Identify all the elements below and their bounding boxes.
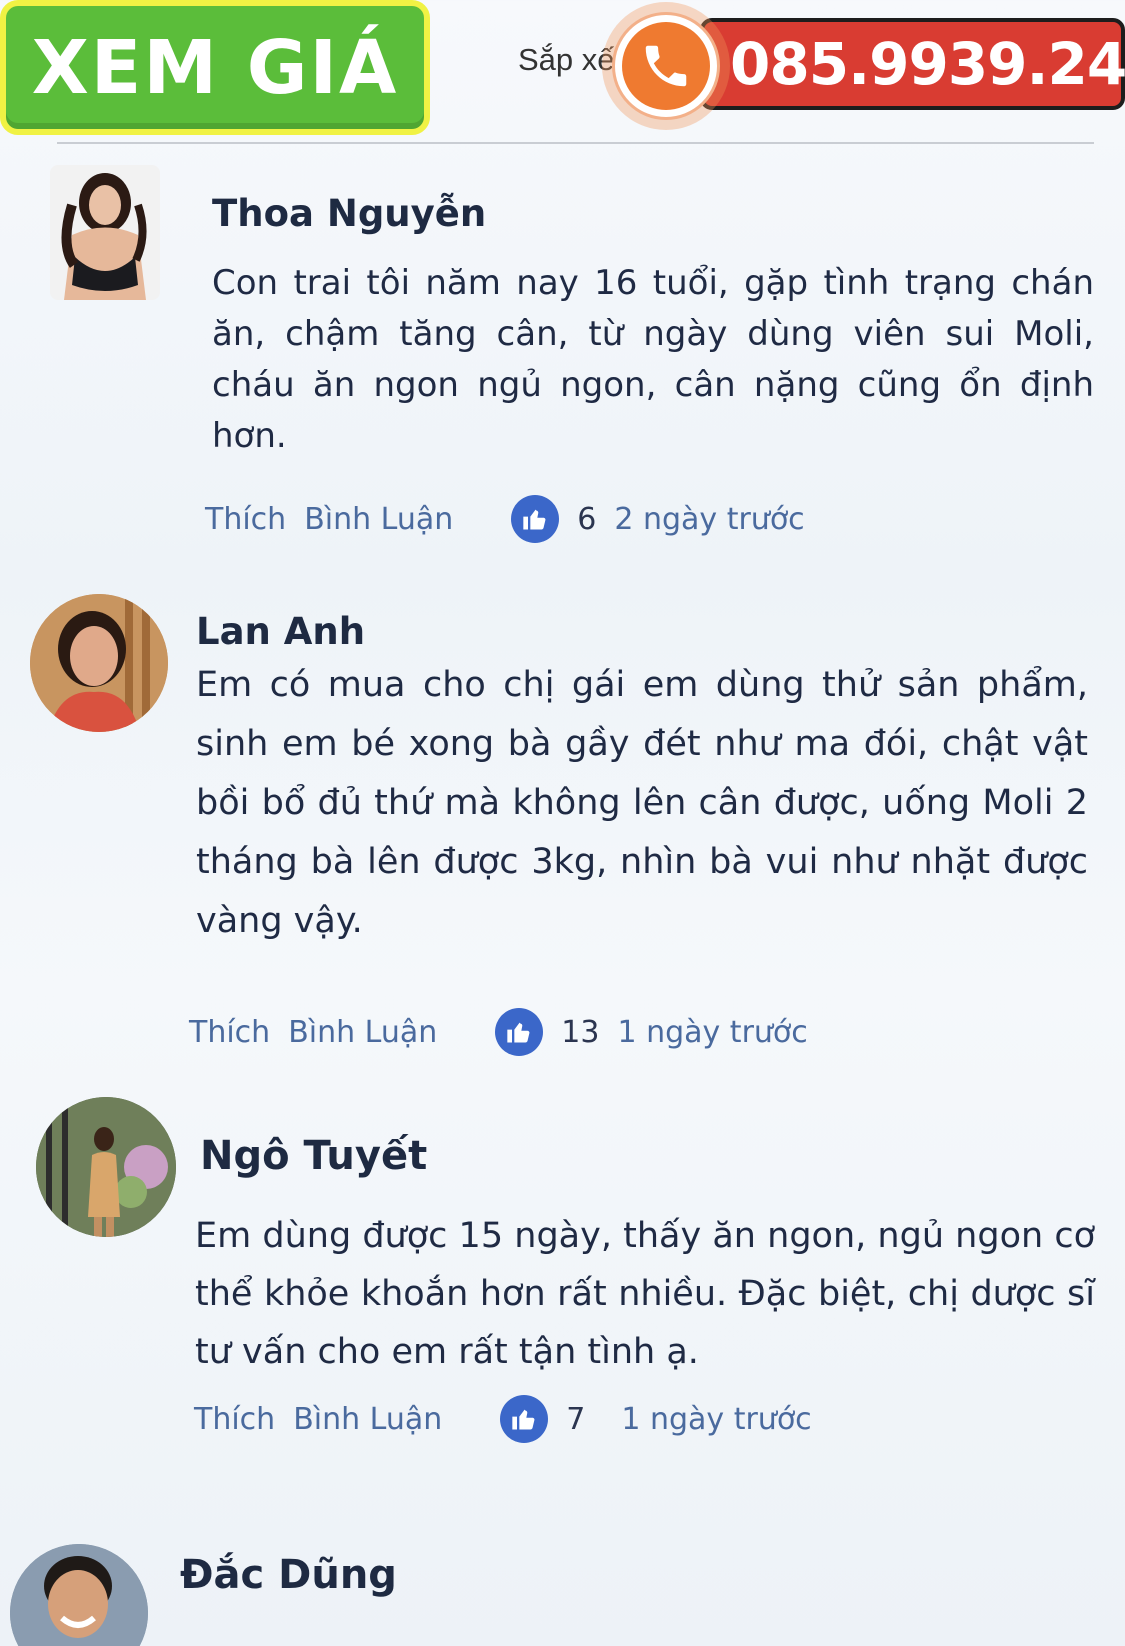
like-link[interactable]: Thích (205, 502, 286, 537)
comment-author[interactable]: Đắc Dũng (180, 1552, 397, 1598)
avatar-boy-icon (10, 1544, 148, 1646)
top-bar: XEM GIÁ Sắp xế 085.9939.246 (0, 0, 1125, 144)
comment-text: Em có mua cho chị gái em dùng thử sản ph… (196, 665, 1088, 941)
view-price-button[interactable]: XEM GIÁ (0, 0, 430, 135)
comment-text: Em dùng được 15 ngày, thấy ăn ngon, ngủ … (195, 1216, 1095, 1372)
header-divider (57, 142, 1094, 144)
hotline-button[interactable]: 085.9939.246 (700, 18, 1125, 110)
thumbs-up-icon[interactable] (500, 1395, 549, 1443)
comment-author[interactable]: Thoa Nguyễn (212, 192, 486, 235)
comment-actions: Thích Bình Luận 13 1 ngày trước (189, 1008, 808, 1056)
like-count: 7 (566, 1401, 586, 1437)
comment-item: Ngô Tuyết Em dùng được 15 ngày, thấy ăn … (0, 1095, 1125, 1475)
like-link[interactable]: Thích (194, 1402, 275, 1437)
like-link[interactable]: Thích (189, 1015, 270, 1050)
avatar (50, 165, 160, 300)
comment-actions: Thích Bình Luận 7 1 ngày trước (194, 1395, 812, 1443)
thumbs-up-icon[interactable] (495, 1008, 544, 1056)
comment-author[interactable]: Lan Anh (196, 610, 365, 653)
avatar (36, 1097, 176, 1237)
avatar-older-woman-icon (30, 594, 168, 732)
comment-item: Lan Anh Em có mua cho chị gái em dùng th… (0, 590, 1125, 1056)
comment-time: 2 ngày trước (614, 501, 805, 537)
avatar (30, 594, 168, 732)
comment-actions: Thích Bình Luận 6 2 ngày trước (205, 495, 805, 543)
reply-link[interactable]: Bình Luận (288, 1015, 437, 1050)
comment-author[interactable]: Ngô Tuyết (200, 1133, 427, 1179)
avatar (10, 1544, 148, 1646)
phone-icon[interactable] (622, 22, 710, 110)
avatar-woman-dark-hair-icon (61, 173, 147, 300)
like-count: 6 (577, 501, 597, 537)
reply-link[interactable]: Bình Luận (304, 502, 453, 537)
avatar-woman-garden-icon (36, 1097, 176, 1237)
reply-link[interactable]: Bình Luận (293, 1402, 442, 1437)
phone-number: 085.9939.246 (730, 30, 1125, 98)
comment-time: 1 ngày trước (621, 1401, 812, 1437)
thumbs-up-icon[interactable] (511, 495, 560, 543)
comment-time: 1 ngày trước (617, 1014, 808, 1050)
comment-item: Thoa Nguyễn Con trai tôi năm nay 16 tuổi… (0, 150, 1125, 550)
comment-text: Con trai tôi năm nay 16 tuổi, gặp tình t… (212, 263, 1094, 456)
comment-item: Đắc Dũng (0, 1540, 1125, 1646)
like-count: 13 (561, 1014, 600, 1050)
